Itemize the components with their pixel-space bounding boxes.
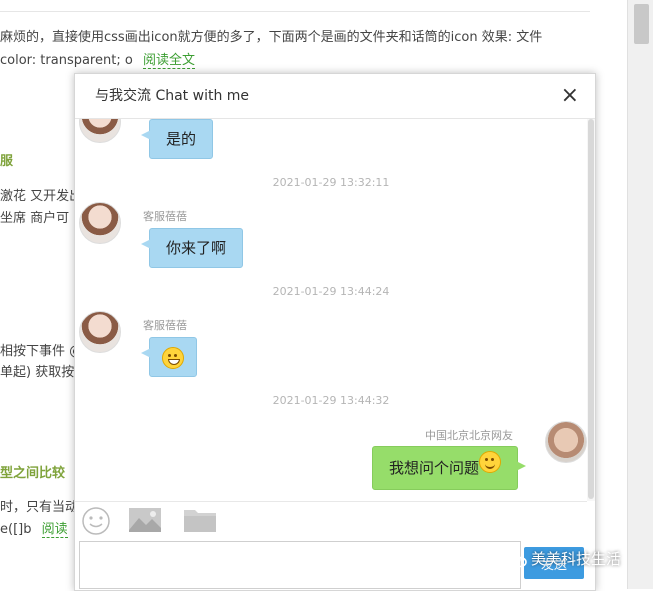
smile-emoji-icon	[479, 451, 502, 473]
sender-name: 客服蓓蓓	[143, 319, 187, 332]
divider	[0, 11, 590, 12]
chat-title: 与我交流 Chat with me	[95, 88, 250, 104]
user-message-text: 我想问个问题	[389, 459, 480, 477]
article-heading[interactable]: 型之间比较	[0, 462, 65, 481]
agent-message: 你来了啊	[140, 228, 244, 268]
message-input[interactable]	[79, 541, 521, 589]
folder-icon[interactable]	[183, 506, 217, 534]
close-icon[interactable]: ×	[561, 74, 579, 118]
grin-emoji-icon	[162, 346, 184, 369]
article-excerpt: 时，只有当动	[0, 500, 79, 515]
message-list: 是的 2021-01-29 13:32:11 客服蓓蓓 你来了啊 2021-01…	[75, 119, 587, 501]
article-excerpt-2: color: transparent; o 阅读全文	[0, 49, 195, 69]
article-excerpt: 激花 又开发出	[0, 189, 83, 204]
chat-scrollbar[interactable]	[587, 119, 595, 501]
read-more-link[interactable]: 阅读全文	[142, 53, 195, 69]
chat-window: 与我交流 Chat with me × 是的 2021-01-29 13:32:…	[74, 73, 596, 591]
image-icon[interactable]	[128, 506, 162, 534]
user-message: 我想问个问题	[372, 446, 527, 490]
user-avatar	[545, 421, 587, 463]
article-excerpt: 单起) 获取按	[0, 365, 75, 380]
watermark: 美美科技生活	[505, 548, 621, 569]
smile-icon[interactable]	[81, 506, 111, 536]
excerpt-text: e([]b	[0, 522, 32, 537]
chat-toolbar	[75, 501, 587, 540]
message-timestamp: 2021-01-29 13:44:32	[272, 394, 390, 407]
article-heading[interactable]: 服	[0, 150, 13, 169]
agent-message: 是的	[140, 119, 214, 159]
page-scrollbar[interactable]	[627, 0, 653, 589]
article-excerpt: 麻烦的，直接使用css画出icon就方便的多了，下面两个是画的文件夹和话筒的ic…	[0, 30, 543, 45]
message-timestamp: 2021-01-29 13:32:11	[272, 176, 390, 189]
chat-header: 与我交流 Chat with me ×	[75, 74, 595, 119]
read-more-link[interactable]: 阅读	[41, 522, 68, 538]
sender-name: 中国北京北京网友	[425, 429, 513, 442]
chat-scroll-thumb[interactable]	[588, 119, 594, 499]
wechat-icon	[505, 552, 527, 567]
article-excerpt: 相按下事件 @	[0, 344, 83, 359]
page-scroll-thumb[interactable]	[634, 4, 649, 44]
agent-message	[141, 337, 197, 377]
article-excerpt: e([]b 阅读	[0, 518, 68, 538]
watermark-text: 美美科技生活	[531, 550, 622, 568]
agent-avatar	[79, 202, 121, 244]
message-timestamp: 2021-01-29 13:44:24	[272, 285, 390, 298]
agent-avatar	[79, 119, 121, 143]
article-excerpt: 坐席 商户可	[0, 211, 70, 226]
excerpt-text: color: transparent; o	[0, 53, 133, 68]
agent-avatar	[79, 311, 121, 353]
sender-name: 客服蓓蓓	[143, 210, 187, 223]
